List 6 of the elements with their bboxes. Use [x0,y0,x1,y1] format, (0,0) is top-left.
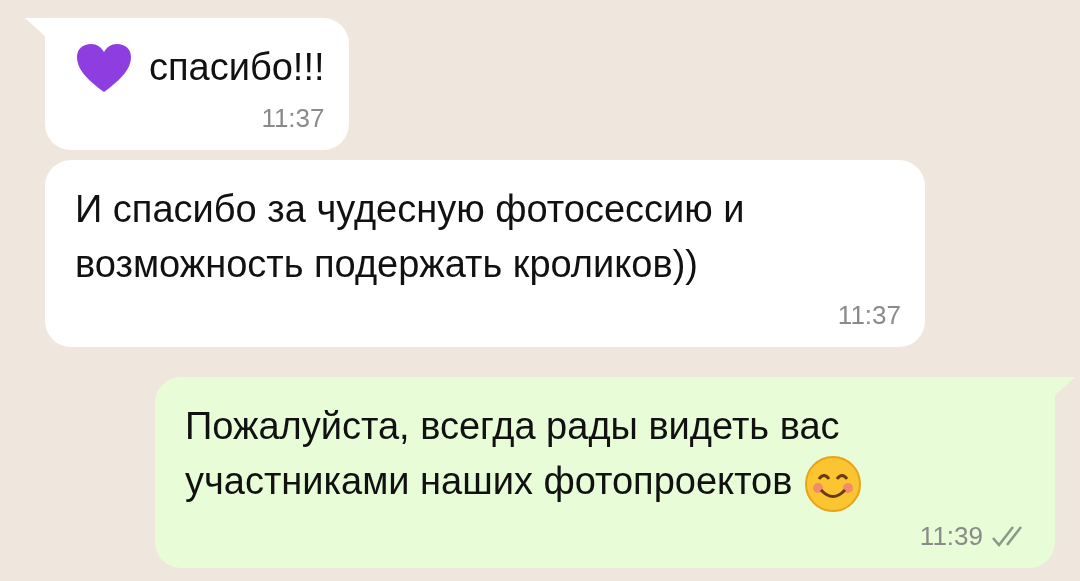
message-time: 11:37 [837,299,901,332]
message-time: 11:37 [261,102,325,135]
message-text: Пожалуйста, всегда рады видеть вас участниками наших фотопроектов [185,405,840,502]
message-text: И спасибо за чудесную фотосессию и возможность подержать кроликов)) [75,188,745,285]
message-time: 11:39 [919,519,983,553]
message-text: спасибо!!! [149,45,325,90]
